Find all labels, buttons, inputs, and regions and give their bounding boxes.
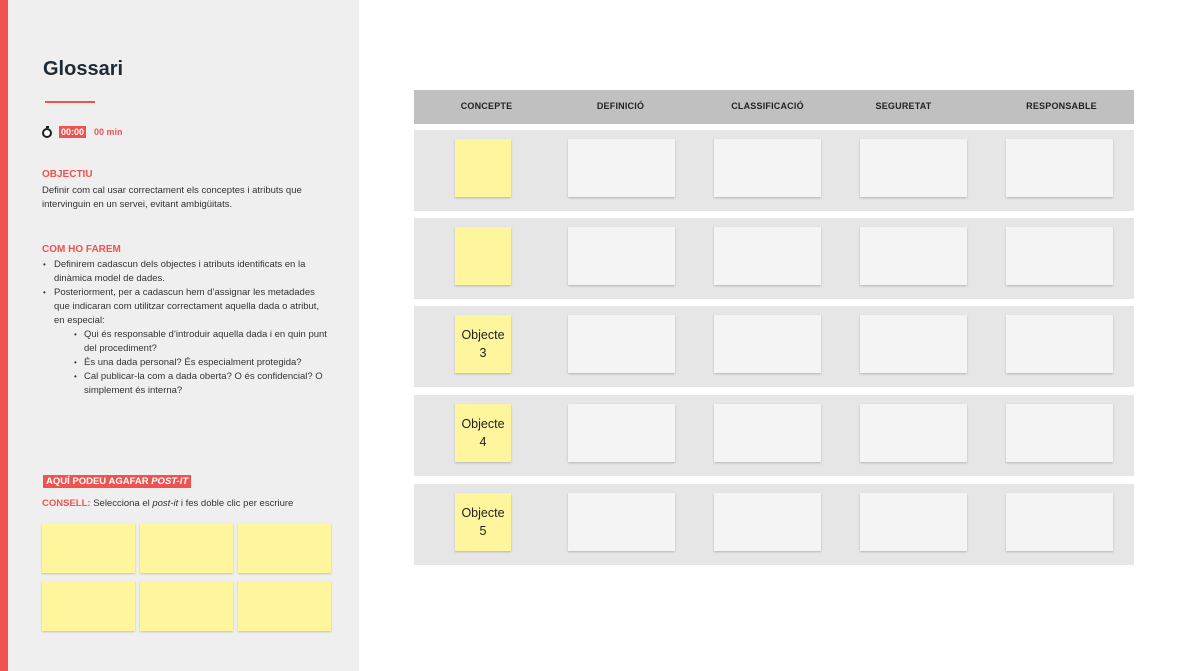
definition-card[interactable] <box>568 315 675 373</box>
blank-postit[interactable] <box>238 523 331 573</box>
table-row: Objecte 5 <box>414 484 1134 565</box>
concept-postit[interactable] <box>455 139 511 197</box>
column-header-seguretat: SEGURETAT <box>875 101 932 111</box>
definition-card[interactable] <box>568 227 675 285</box>
title-underline <box>45 101 95 103</box>
how-step: Definirem cadascun dels objectes i atrib… <box>42 258 332 286</box>
responsible-card[interactable] <box>1006 493 1113 551</box>
how-steps: Definirem cadascun dels objectes i atrib… <box>42 258 332 398</box>
column-header-definicio: DEFINICIÓ <box>596 101 645 111</box>
responsible-card[interactable] <box>1006 139 1113 197</box>
definition-card[interactable] <box>568 139 675 197</box>
objective-text: Definir com cal usar correctament els co… <box>42 185 302 210</box>
concept-postit[interactable] <box>455 227 511 285</box>
concept-postit[interactable]: Objecte 5 <box>455 493 511 551</box>
concept-postit[interactable]: Objecte 3 <box>455 315 511 373</box>
blank-postit[interactable] <box>140 523 233 573</box>
how-step-text: Posteriorment, per a cadascun hem d’assi… <box>54 287 320 326</box>
timer: 00:00 00 min <box>42 126 123 138</box>
how-substep: És una dada personal? És especialment pr… <box>74 356 332 370</box>
page-title: Glossari <box>43 58 124 80</box>
concept-postit[interactable]: Objecte 4 <box>455 404 511 462</box>
column-header-responsable: RESPONSABLE <box>1026 101 1097 111</box>
blank-postit[interactable] <box>140 581 233 631</box>
security-card[interactable] <box>860 227 967 285</box>
definition-card[interactable] <box>568 404 675 462</box>
responsible-card[interactable] <box>1006 315 1113 373</box>
classification-card[interactable] <box>714 227 821 285</box>
security-card[interactable] <box>860 139 967 197</box>
accent-bar <box>0 0 8 671</box>
responsible-card[interactable] <box>1006 227 1113 285</box>
table-row <box>414 218 1134 299</box>
security-card[interactable] <box>860 315 967 373</box>
table-row <box>414 130 1134 211</box>
blank-postit[interactable] <box>238 581 331 631</box>
postit-tip: CONSELL: Selecciona el post-it i fes dob… <box>42 498 294 509</box>
objective-heading: OBJECTIU <box>42 169 93 180</box>
blank-postit[interactable] <box>42 523 135 573</box>
how-substeps: Qui és responsable d’introduir aquella d… <box>54 328 332 398</box>
classification-card[interactable] <box>714 315 821 373</box>
stopwatch-icon <box>42 126 54 138</box>
postit-grab-label: AQUÍ PODEU AGAFAR POST-IT <box>43 475 192 488</box>
timer-time[interactable]: 00:00 <box>59 126 87 138</box>
table-header: CONCEPTE DEFINICIÓ CLASSIFICACIÓ SEGURET… <box>414 90 1134 124</box>
security-card[interactable] <box>860 404 967 462</box>
responsible-card[interactable] <box>1006 404 1113 462</box>
table-row: Objecte 4 <box>414 395 1134 476</box>
classification-card[interactable] <box>714 493 821 551</box>
column-header-classificacio: CLASSIFICACIÓ <box>731 101 804 111</box>
table-row: Objecte 3 <box>414 306 1134 387</box>
classification-card[interactable] <box>714 404 821 462</box>
timer-duration: 00 min <box>94 127 123 137</box>
classification-card[interactable] <box>714 139 821 197</box>
how-heading: COM HO FAREM <box>42 244 121 255</box>
how-substep: Cal publicar-la com a dada oberta? O és … <box>74 370 332 398</box>
how-step: Posteriorment, per a cadascun hem d’assi… <box>42 286 332 398</box>
security-card[interactable] <box>860 493 967 551</box>
how-substep: Qui és responsable d’introduir aquella d… <box>74 328 332 356</box>
postit-pad <box>42 523 332 631</box>
column-header-concepte: CONCEPTE <box>460 101 513 111</box>
blank-postit[interactable] <box>42 581 135 631</box>
definition-card[interactable] <box>568 493 675 551</box>
